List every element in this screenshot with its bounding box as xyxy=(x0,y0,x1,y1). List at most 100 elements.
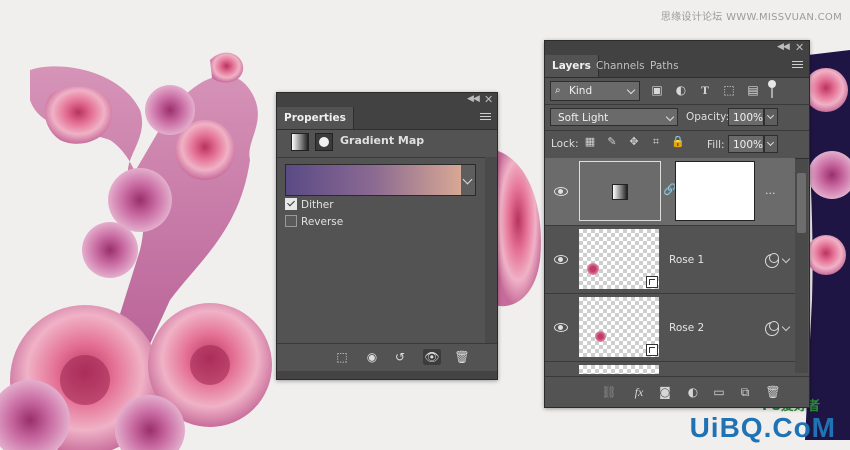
divider xyxy=(277,157,497,158)
lock-all-icon[interactable]: 🔒 xyxy=(671,134,685,150)
lock-transparent-icon[interactable]: ▦ xyxy=(583,134,597,150)
rose-thumb-mark xyxy=(595,331,606,342)
opacity-dropdown[interactable] xyxy=(764,108,778,126)
panel-menu-icon[interactable] xyxy=(480,113,491,122)
blend-mode-select[interactable]: Soft Light xyxy=(550,108,678,126)
filter-toggle-icon[interactable] xyxy=(768,80,776,98)
opacity-input[interactable]: 100% xyxy=(728,108,764,126)
chevron-down-icon[interactable] xyxy=(781,322,791,332)
dither-label: Dither xyxy=(301,199,334,211)
add-mask-icon[interactable]: ◙ xyxy=(657,384,673,400)
lock-position-icon[interactable]: ✥ xyxy=(627,134,641,150)
eye-icon[interactable] xyxy=(553,254,569,264)
close-icon[interactable]: ✕ xyxy=(795,41,804,54)
layer-row-gradient-map[interactable]: 🔗 ... xyxy=(545,158,795,226)
artboard-lock-icon[interactable]: ⌗ xyxy=(649,134,663,150)
chevron-down-icon[interactable] xyxy=(781,254,791,264)
properties-footer: ⬚ ◉ ↺ 👁 🗑 xyxy=(277,343,497,370)
new-adjustment-icon[interactable]: ◐ xyxy=(685,384,701,400)
filter-row: ⌕ Kind ▣ ◐ T ⬚ ▤ xyxy=(545,78,809,104)
link-layers-icon[interactable]: ⛓ xyxy=(601,384,617,400)
filter-kind-select[interactable]: ⌕ Kind xyxy=(550,81,640,101)
chevron-down-icon xyxy=(766,111,775,120)
layer-name[interactable]: Rose 2 xyxy=(669,322,704,334)
smart-object-badge-icon xyxy=(646,276,658,288)
layer-thumbnail xyxy=(579,297,659,357)
lock-image-icon[interactable]: ✎ xyxy=(605,134,619,150)
new-group-icon[interactable]: ▭ xyxy=(711,384,727,400)
mask-thumbnail[interactable] xyxy=(675,161,755,221)
layers-panel: ◀◀ ✕ Layers Channels Paths ⌕ Kind ▣ ◐ T … xyxy=(544,40,810,408)
layer-more-text: ... xyxy=(765,184,776,197)
fill-input[interactable]: 100% xyxy=(728,135,764,153)
tab-paths[interactable]: Paths xyxy=(643,55,686,77)
roses-bottom-artwork xyxy=(0,303,272,450)
layer-thumbnail xyxy=(579,229,659,289)
type-filter-icon[interactable]: T xyxy=(697,81,713,99)
eye-icon[interactable] xyxy=(553,322,569,332)
search-icon: ⌕ xyxy=(555,85,561,96)
panel-menu-icon[interactable] xyxy=(792,61,803,70)
lock-label: Lock: xyxy=(551,138,579,150)
tab-properties[interactable]: Properties xyxy=(277,107,354,129)
clip-to-layer-icon[interactable]: ⬚ xyxy=(333,349,351,365)
reverse-checkbox[interactable] xyxy=(285,215,297,227)
visibility-icon[interactable]: 👁 xyxy=(423,349,441,365)
layers-footer: ⛓ fx ◙ ◐ ▭ ⧉ 🗑 xyxy=(545,376,809,407)
smart-object-filter-icon[interactable]: ▤ xyxy=(745,81,761,99)
fill-dropdown[interactable] xyxy=(764,135,778,153)
scrollbar-thumb[interactable] xyxy=(797,173,806,233)
close-icon[interactable]: ✕ xyxy=(484,93,493,106)
layer-row-rose-2[interactable]: Rose 2 xyxy=(545,294,795,362)
resize-strip[interactable] xyxy=(277,371,497,379)
properties-tabbar: Properties xyxy=(277,107,497,130)
filter-kind-label: Kind xyxy=(569,85,593,97)
blend-mode-value: Soft Light xyxy=(558,112,609,124)
shape-filter-icon[interactable]: ⬚ xyxy=(721,81,737,99)
reverse-option[interactable]: Reverse xyxy=(285,215,343,231)
new-layer-icon[interactable]: ⧉ xyxy=(737,384,753,400)
blending-options-icon[interactable] xyxy=(765,321,779,336)
fx-icon[interactable]: fx xyxy=(631,384,647,400)
layer-row-partial[interactable] xyxy=(545,362,795,374)
view-previous-state-icon[interactable]: ◉ xyxy=(363,349,381,365)
blending-options-icon[interactable] xyxy=(765,253,779,268)
fill-label: Fill: xyxy=(707,139,725,151)
layer-thumbnail xyxy=(579,365,659,374)
eye-icon[interactable] xyxy=(553,186,569,196)
layer-row-rose-1[interactable]: Rose 1 xyxy=(545,226,795,294)
pixel-filter-icon[interactable]: ▣ xyxy=(649,81,665,99)
layer-name[interactable]: Rose 1 xyxy=(669,254,704,266)
properties-scrollbar[interactable] xyxy=(485,157,497,343)
reverse-label: Reverse xyxy=(301,216,344,228)
gradient-dropdown-button[interactable] xyxy=(461,164,476,196)
site-watermark: 思缘设计论坛 WWW.MISSVUAN.COM xyxy=(660,12,842,23)
layers-tabbar: Layers Channels Paths xyxy=(545,55,809,78)
adjustment-title: Gradient Map xyxy=(340,134,425,147)
smart-object-badge-icon xyxy=(646,344,658,356)
chevron-down-icon xyxy=(766,138,775,147)
collapse-icon[interactable]: ◀◀ xyxy=(777,42,790,52)
properties-titlebar[interactable]: ◀◀ ✕ xyxy=(277,93,497,107)
trash-icon[interactable]: 🗑 xyxy=(453,349,471,365)
adjustment-thumbnail xyxy=(579,161,661,221)
blend-row: Soft Light Opacity: 100% xyxy=(545,104,809,130)
layers-scrollbar[interactable] xyxy=(795,159,808,373)
opacity-label: Opacity: xyxy=(686,111,730,123)
gradient-map-icon xyxy=(612,184,628,200)
dither-checkbox[interactable] xyxy=(285,198,297,210)
trash-icon[interactable]: 🗑 xyxy=(765,384,781,400)
gradient-map-icon xyxy=(291,133,309,151)
adjustment-filter-icon[interactable]: ◐ xyxy=(673,81,689,99)
rose-thumb-mark xyxy=(587,263,599,275)
chevron-down-icon xyxy=(665,112,675,122)
lock-row: Lock: ▦ ✎ ✥ ⌗ 🔒 Fill: 100% xyxy=(545,130,809,159)
reset-icon[interactable]: ↺ xyxy=(391,349,409,365)
gradient-preview[interactable] xyxy=(285,164,462,196)
layers-titlebar[interactable]: ◀◀ ✕ xyxy=(545,41,809,55)
layer-mask-icon[interactable] xyxy=(315,133,333,151)
dither-option[interactable]: Dither xyxy=(285,198,334,214)
chevron-down-icon xyxy=(626,85,636,95)
site-logo: UiBQ.CoM xyxy=(689,412,836,443)
collapse-icon[interactable]: ◀◀ xyxy=(467,94,480,104)
